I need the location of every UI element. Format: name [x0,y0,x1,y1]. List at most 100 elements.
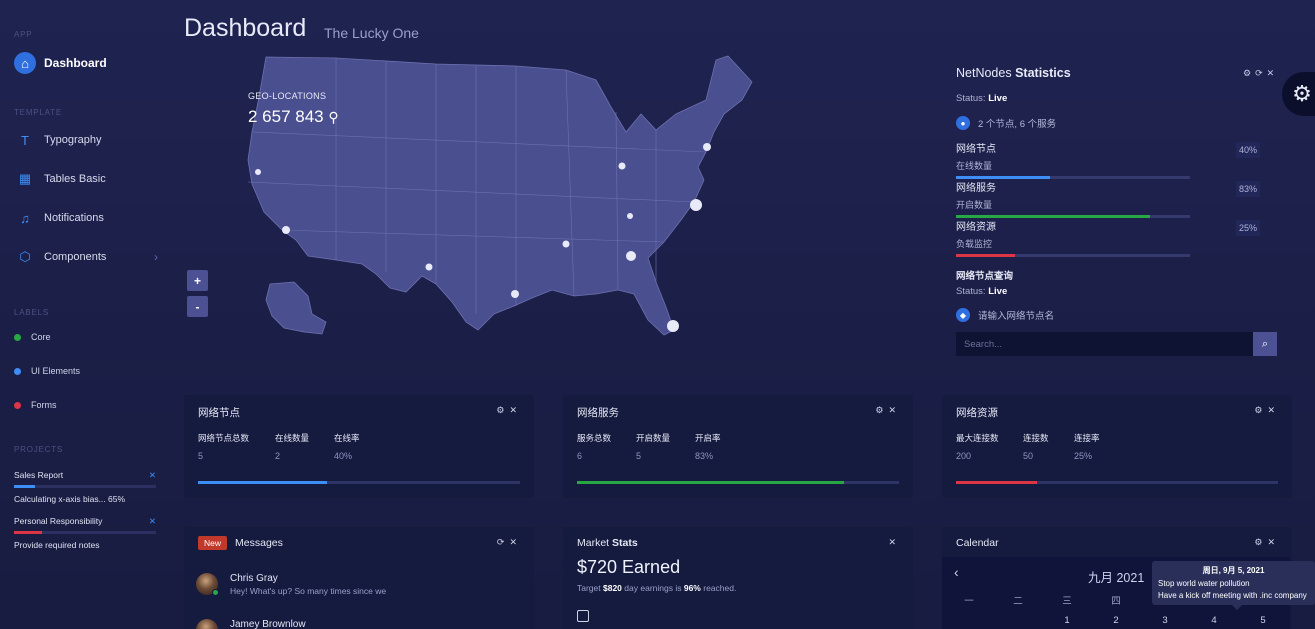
map-location-marker[interactable] [626,251,636,261]
new-badge: New [198,536,228,550]
map-location-marker[interactable] [627,213,633,219]
gear-icon[interactable]: ⚙ [1254,537,1267,547]
kv-key: 在线数量 [275,433,310,443]
sidebar-item-components[interactable]: ⬡ Components › [14,245,158,269]
calendar-day[interactable]: 3 [1155,615,1175,626]
zoom-out-button[interactable]: - [187,296,208,317]
gear-icon[interactable]: ⚙ [1254,405,1267,415]
label-item-ui-elements[interactable]: UI Elements [14,366,80,376]
kv-rate: 在线率 40% [334,432,360,461]
map-location-marker[interactable] [690,199,702,211]
zoom-in-button[interactable]: + [187,270,208,291]
table-icon: ▦ [18,171,32,186]
project-progress-fill [14,531,43,534]
query-status: Status: Live [956,286,1007,297]
search-button[interactable]: ⌕ [1253,332,1277,356]
map-location-marker[interactable] [255,169,261,175]
tooltip-line: Stop world water pollution [1158,579,1250,588]
kv-key: 开启率 [695,433,721,443]
stat-sub: 开启数量 [956,200,993,210]
weekday: 二 [1013,596,1023,607]
close-icon[interactable]: ✕ [1267,405,1280,415]
gear-icon[interactable]: ⚙ [1243,68,1255,78]
map-location-marker[interactable] [618,162,626,170]
search-input[interactable] [956,332,1254,356]
map-pin-icon: ⚲ [328,109,339,125]
card-network-services: 网络服务 ⚙✕ 服务总数 6 开启数量 5 开启率 83% [563,395,913,498]
kv-value: 40% [334,451,353,461]
card-progress-fill [198,481,327,484]
stat-network-services: 网络服务 开启数量 [956,179,1190,218]
card-market-stats: Market Stats ✕ $720 Earned Target $820 d… [563,527,913,629]
close-icon[interactable]: ✕ [1267,537,1280,547]
section-label-labels: LABELS [14,308,50,317]
refresh-icon[interactable]: ⟳ [1255,68,1267,78]
status-value: Live [988,93,1008,104]
sidebar-item-notifications[interactable]: ♫ Notifications [14,206,158,230]
calendar-day[interactable]: 4 [1204,615,1224,626]
kv-value: 5 [198,451,204,461]
page-subtitle: The Lucky One [324,25,419,41]
kv-rate: 开启率 83% [695,432,721,461]
status-value: Live [988,286,1008,297]
label-item-core[interactable]: Core [14,332,51,342]
card-progress-fill [577,481,845,484]
earned-target: Target $820 day earnings is 96% reached. [577,583,736,593]
label-item-forms[interactable]: Forms [14,400,57,410]
chevron-left-icon[interactable]: ‹ [954,564,959,580]
close-icon[interactable]: ✕ [888,405,901,415]
close-icon[interactable]: ✕ [888,537,901,547]
node-icon: ◆ [956,308,970,322]
stat-network-nodes: 网络节点 在线数量 [956,140,1190,179]
map-location-marker[interactable] [282,226,290,234]
map-location-marker[interactable] [562,240,570,248]
project-personal-responsibility: Personal Responsibility ✕ Provide requir… [14,516,156,550]
message-item[interactable]: Chris Gray Hey! What's up? So many times… [196,573,386,596]
settings-gear-button[interactable]: ⚙ [1282,72,1315,116]
bell-icon: ♫ [20,210,30,226]
geo-locations-label: GEO-LOCATIONS [248,91,327,101]
card-tools: ⚙✕ [875,405,901,416]
calendar-day[interactable]: 1 [1057,615,1077,626]
task-checkbox[interactable] [577,610,589,622]
calendar-day[interactable]: 2 [1106,615,1126,626]
sidebar-item-typography[interactable]: T Typography [14,128,158,152]
close-icon[interactable]: ✕ [509,537,522,547]
kv-value: 25% [1074,451,1093,461]
close-icon[interactable]: ✕ [1267,68,1279,78]
netnodes-status: Status: Live [956,93,1007,104]
close-icon[interactable]: ✕ [149,470,156,481]
map-location-marker[interactable] [667,320,679,332]
target-pre: Target [577,583,601,593]
sidebar-item-tables-basic[interactable]: ▦ Tables Basic [14,167,158,191]
gear-icon[interactable]: ⚙ [496,405,509,415]
message-sender: Jamey Brownlow [230,619,306,629]
netnodes-title-bold: Statistics [1015,66,1071,80]
card-tools: ⚙✕ [1254,537,1280,548]
calendar-day[interactable]: 5 [1253,615,1273,626]
message-item[interactable]: Jamey Brownlow [196,619,306,629]
refresh-icon[interactable]: ⟳ [497,537,510,547]
market-title-bold: Stats [612,537,638,549]
close-icon[interactable]: ✕ [509,405,522,415]
calendar-title: Calendar [956,537,999,549]
stat-network-resources: 网络资源 负载监控 [956,218,1190,257]
sidebar-item-dashboard[interactable]: ⌂ Dashboard [14,51,158,75]
project-detail: Provide required notes [14,540,100,550]
weekday: 三 [1062,596,1072,607]
card-network-nodes: 网络节点 ⚙✕ 网络节点总数 5 在线数量 2 在线率 40% [184,395,534,498]
netnodes-title: NetNodes Statistics [956,66,1071,80]
card-messages: New Messages ⟳✕ Chris Gray Hey! What's up… [184,527,534,629]
map-location-marker[interactable] [425,263,433,271]
gear-icon[interactable]: ⚙ [875,405,888,415]
location-pin-icon: ● [956,116,970,130]
target-post: reached. [703,583,737,593]
map-location-marker[interactable] [703,143,711,151]
map-location-marker[interactable] [511,290,519,298]
cube-icon: ⬡ [19,249,31,264]
close-icon[interactable]: ✕ [149,516,156,527]
project-detail: Calculating x-axis bias... 65% [14,494,126,504]
card-tools: ⚙✕ [1254,405,1280,416]
avatar [196,619,218,629]
kv-max-connections: 最大连接数 200 [956,432,999,461]
